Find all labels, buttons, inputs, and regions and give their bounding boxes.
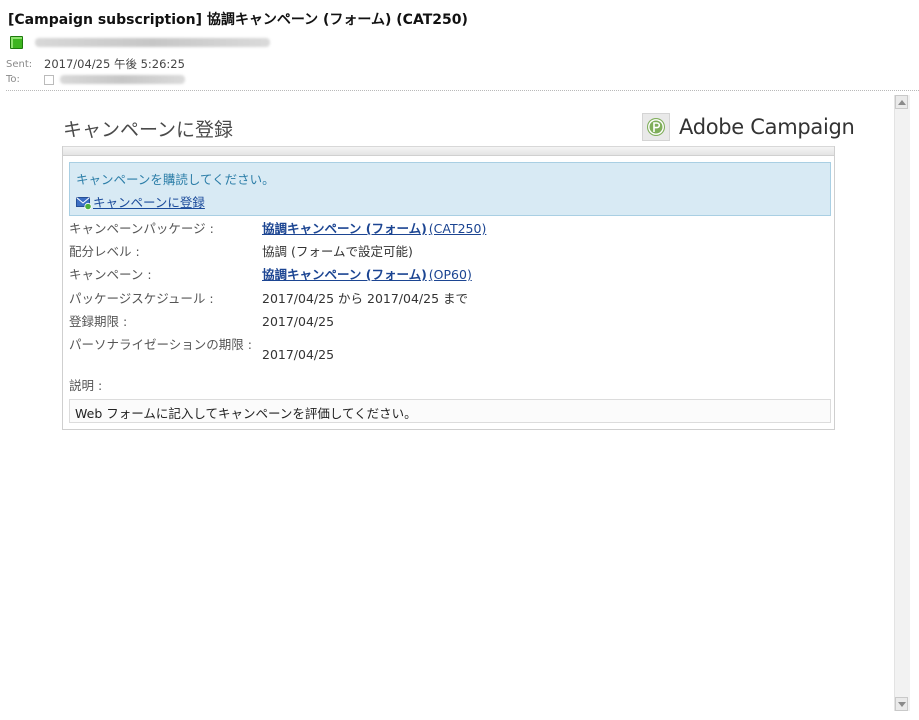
detail-value: 協調キャンペーン (フォーム) (CAT250) — [262, 220, 486, 238]
detail-value: 協調キャンペーン (フォーム) (OP60) — [262, 266, 472, 284]
to-checkbox[interactable] — [44, 74, 54, 85]
sent-value: 2017/04/25 午後 5:26:25 — [44, 57, 185, 71]
to-row: To: — [6, 74, 185, 85]
page-title: キャンペーンに登録 — [63, 119, 234, 141]
campaign-panel: キャンペーンを購読してください。 キャンペーンに登録 キャンペーンパッケージ :… — [62, 146, 835, 430]
adobe-campaign-logo-icon — [642, 113, 670, 141]
detail-value: 協調 (フォームで設定可能) — [262, 244, 413, 259]
vertical-scrollbar[interactable] — [894, 95, 910, 711]
header-divider — [6, 90, 919, 91]
subscribe-link-row[interactable]: キャンペーンに登録 — [76, 192, 205, 211]
detail-value: 2017/04/25 — [262, 347, 335, 362]
email-header: [Campaign subscription] 協調キャンペーン (フォーム) … — [0, 0, 919, 92]
sent-label: Sent: — [6, 58, 33, 70]
detail-label: 登録期限 : — [69, 314, 128, 329]
description-box: Web フォームに記入してキャンペーンを評価してください。 — [69, 399, 831, 423]
package-code[interactable]: (CAT250) — [429, 221, 487, 236]
notice-text: キャンペーンを購読してください。 — [76, 172, 275, 187]
detail-value: 2017/04/25 から 2017/04/25 まで — [262, 291, 469, 306]
detail-label: キャンペーンパッケージ : — [69, 221, 214, 236]
recipient-redacted[interactable] — [60, 75, 185, 84]
sender-redacted[interactable] — [35, 37, 270, 47]
mail-subscribe-icon — [76, 195, 92, 210]
detail-label: 配分レベル : — [69, 244, 140, 259]
subscribe-notice: キャンペーンを購読してください。 キャンペーンに登録 — [69, 162, 831, 216]
detail-label: パッケージスケジュール : — [69, 291, 214, 306]
contact-icon — [10, 35, 23, 49]
scroll-down-icon — [897, 701, 906, 707]
brand: Adobe Campaign — [642, 113, 855, 141]
detail-label: キャンペーン : — [69, 267, 152, 282]
scroll-up-icon — [897, 99, 906, 105]
scroll-down-button[interactable] — [895, 697, 908, 711]
detail-label: 説明 : — [69, 378, 103, 393]
panel-header-bar — [63, 146, 834, 156]
email-subject: [Campaign subscription] 協調キャンペーン (フォーム) … — [8, 12, 468, 28]
campaign-code[interactable]: (OP60) — [429, 267, 472, 282]
to-label: To: — [6, 74, 20, 85]
scroll-up-button[interactable] — [895, 95, 908, 109]
sender-row — [10, 35, 270, 49]
subscribe-link[interactable]: キャンペーンに登録 — [93, 192, 205, 211]
detail-label: パーソナライゼーションの期限 : — [69, 337, 252, 352]
sent-row: Sent: 2017/04/25 午後 5:26:25 — [6, 56, 185, 72]
package-link[interactable]: 協調キャンペーン (フォーム) — [262, 221, 427, 236]
brand-name: Adobe Campaign — [679, 115, 855, 139]
detail-value: 2017/04/25 — [262, 314, 335, 329]
campaign-link[interactable]: 協調キャンペーン (フォーム) — [262, 267, 427, 282]
